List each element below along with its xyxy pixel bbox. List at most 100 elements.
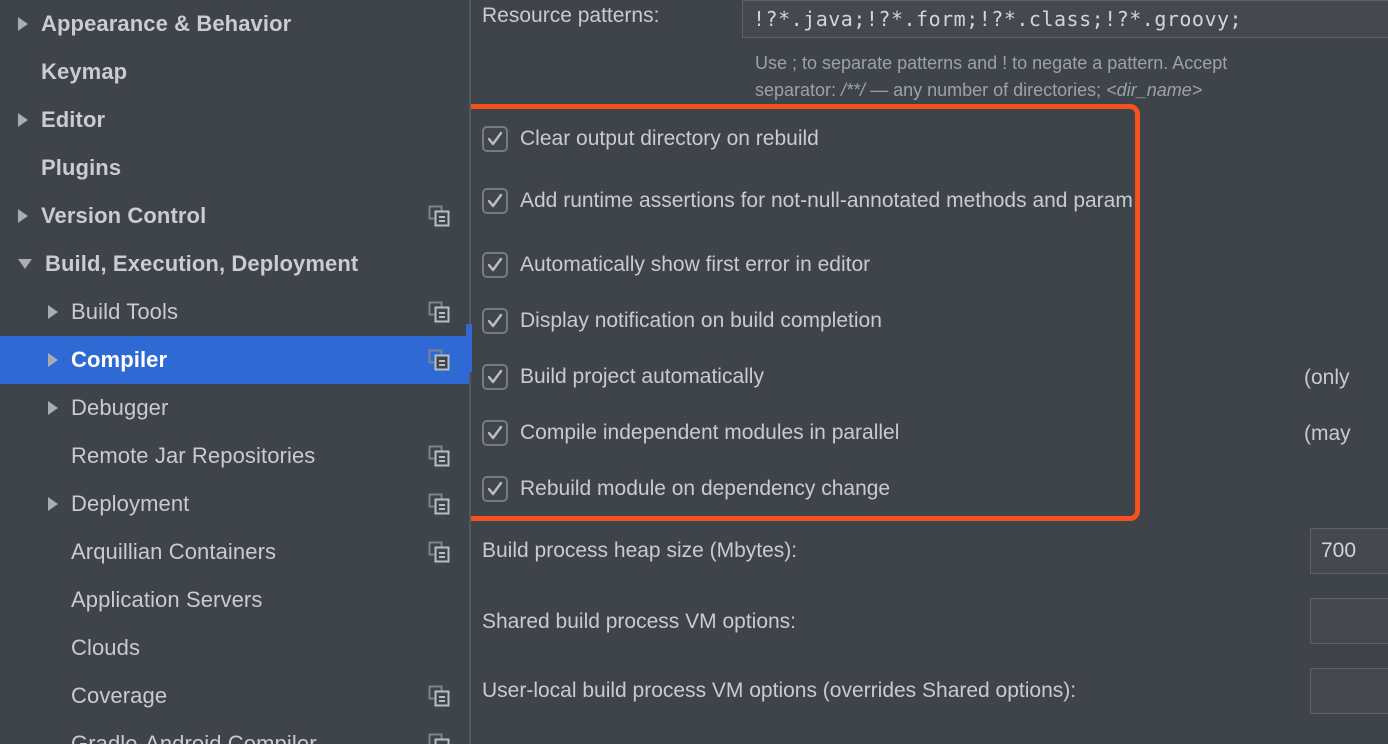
sidebar-item-clouds[interactable]: Clouds	[0, 624, 470, 672]
copy-settings-icon[interactable]	[428, 685, 450, 707]
checkbox-side-note: (only	[1304, 366, 1350, 389]
sidebar-item-build-execution-deployment[interactable]: Build, Execution, Deployment	[0, 240, 470, 288]
compiler-settings-panel: Resource patterns: !?*.java;!?*.form;!?*…	[470, 0, 1388, 744]
sidebar-item-gradle-android-compiler[interactable]: Gradle-Android Compiler	[0, 720, 470, 744]
sidebar-item-label: Arquillian Containers	[71, 539, 277, 564]
sidebar-item-plugins[interactable]: Plugins	[0, 144, 470, 192]
sidebar-item-label: Coverage	[71, 683, 168, 708]
chevron-right-icon[interactable]	[18, 209, 28, 223]
build-field-input[interactable]: 700	[1310, 528, 1388, 574]
sidebar-item-label: Editor	[41, 107, 106, 132]
check-mark-icon	[487, 425, 503, 440]
copy-settings-icon[interactable]	[428, 301, 450, 323]
copy-settings-icon[interactable]	[428, 205, 450, 227]
checkbox-toggle[interactable]	[482, 364, 508, 390]
sidebar-item-editor[interactable]: Editor	[0, 96, 470, 144]
settings-sidebar[interactable]: Appearance & Behavior Keymap Editor Plugins…	[0, 0, 470, 744]
copy-settings-icon[interactable]	[428, 493, 450, 515]
sidebar-item-label: Debugger	[71, 395, 169, 420]
build-field-input[interactable]	[1310, 598, 1388, 644]
chevron-right-icon[interactable]	[48, 353, 58, 367]
chevron-right-icon[interactable]	[18, 113, 28, 127]
checkbox-row[interactable]: Build project automatically	[482, 362, 764, 392]
sidebar-divider	[469, 0, 471, 744]
sidebar-item-label: Appearance & Behavior	[41, 11, 292, 36]
sidebar-item-label: Remote Jar Repositories	[71, 443, 316, 468]
build-field-value: 700	[1321, 539, 1357, 562]
no-chevron-spacer	[48, 451, 58, 461]
copy-settings-icon[interactable]	[428, 541, 450, 563]
check-mark-icon	[487, 257, 503, 272]
no-chevron-spacer	[18, 67, 28, 77]
copy-settings-icon[interactable]	[428, 349, 450, 371]
sidebar-item-label: Plugins	[41, 155, 122, 180]
selected-item-indicator	[466, 324, 472, 372]
checkbox-toggle[interactable]	[482, 476, 508, 502]
sidebar-item-build-tools[interactable]: Build Tools	[0, 288, 470, 336]
checkbox-label: Automatically show first error in editor	[520, 253, 871, 276]
checkbox-row[interactable]: Display notification on build completion	[482, 306, 882, 336]
sidebar-item-remote-jar-repositories[interactable]: Remote Jar Repositories	[0, 432, 470, 480]
resource-patterns-hint-line2: separator: /**/ — any number of director…	[755, 77, 1388, 104]
checkbox-row[interactable]: Compile independent modules in parallel	[482, 418, 899, 448]
sidebar-item-label: Compiler	[71, 347, 168, 372]
sidebar-item-label: Build, Execution, Deployment	[45, 251, 359, 276]
sidebar-item-label: Version Control	[41, 203, 207, 228]
checkbox-label: Rebuild module on dependency change	[520, 477, 891, 500]
checkbox-toggle[interactable]	[482, 420, 508, 446]
build-field-input[interactable]	[1310, 668, 1388, 714]
sidebar-item-label: Application Servers	[71, 587, 263, 612]
checkbox-toggle[interactable]	[482, 126, 508, 152]
hint-italic-2: <dir_name>	[1106, 80, 1203, 100]
check-mark-icon	[487, 313, 503, 328]
checkbox-label: Build project automatically	[520, 365, 764, 388]
resource-patterns-label: Resource patterns:	[482, 4, 660, 27]
check-mark-icon	[487, 369, 503, 384]
checkbox-label: Display notification on build completion	[520, 309, 882, 332]
chevron-right-icon[interactable]	[48, 401, 58, 415]
chevron-right-icon[interactable]	[48, 305, 58, 319]
checkbox-row[interactable]: Clear output directory on rebuild	[482, 124, 819, 154]
sidebar-item-keymap[interactable]: Keymap	[0, 48, 470, 96]
sidebar-item-coverage[interactable]: Coverage	[0, 672, 470, 720]
build-field-label: Build process heap size (Mbytes):	[482, 539, 798, 562]
sidebar-item-appearance-behavior[interactable]: Appearance & Behavior	[0, 0, 470, 48]
checkbox-toggle[interactable]	[482, 252, 508, 278]
sidebar-item-label: Build Tools	[71, 299, 179, 324]
checkbox-label: Clear output directory on rebuild	[520, 127, 819, 150]
chevron-right-icon[interactable]	[48, 497, 58, 511]
chevron-down-icon[interactable]	[18, 259, 32, 269]
sidebar-item-compiler[interactable]: Compiler	[0, 336, 470, 384]
sidebar-item-debugger[interactable]: Debugger	[0, 384, 470, 432]
copy-settings-icon[interactable]	[428, 733, 450, 744]
checkbox-side-note: (may	[1304, 422, 1351, 445]
checkbox-row[interactable]: Rebuild module on dependency change	[482, 474, 890, 504]
no-chevron-spacer	[48, 739, 58, 744]
sidebar-item-label: Deployment	[71, 491, 190, 516]
checkbox-row[interactable]: Automatically show first error in editor	[482, 250, 870, 280]
no-chevron-spacer	[18, 163, 28, 173]
sidebar-item-version-control[interactable]: Version Control	[0, 192, 470, 240]
no-chevron-spacer	[48, 547, 58, 557]
hint-prefix: separator:	[755, 80, 842, 100]
no-chevron-spacer	[48, 691, 58, 701]
build-field-label: User-local build process VM options (ove…	[482, 679, 1077, 702]
sidebar-item-deployment[interactable]: Deployment	[0, 480, 470, 528]
chevron-right-icon[interactable]	[18, 17, 28, 31]
sidebar-item-label: Clouds	[71, 635, 141, 660]
resource-patterns-input[interactable]: !?*.java;!?*.form;!?*.class;!?*.groovy;	[742, 0, 1388, 38]
checkbox-toggle[interactable]	[482, 188, 508, 214]
resource-patterns-value: !?*.java;!?*.form;!?*.class;!?*.groovy;	[753, 7, 1243, 31]
sidebar-nav-list[interactable]: Appearance & Behavior Keymap Editor Plugins…	[0, 0, 470, 744]
checkbox-toggle[interactable]	[482, 308, 508, 334]
no-chevron-spacer	[48, 643, 58, 653]
sidebar-item-application-servers[interactable]: Application Servers	[0, 576, 470, 624]
checkbox-row[interactable]: Add runtime assertions for not-null-anno…	[482, 186, 1133, 216]
check-mark-icon	[487, 193, 503, 208]
copy-settings-icon[interactable]	[428, 445, 450, 467]
check-mark-icon	[487, 481, 503, 496]
hint-italic-1: /**/	[841, 80, 866, 100]
checkbox-label: Add runtime assertions for not-null-anno…	[520, 189, 1133, 212]
sidebar-item-arquillian-containers[interactable]: Arquillian Containers	[0, 528, 470, 576]
sidebar-item-label: Gradle-Android Compiler	[71, 731, 317, 744]
